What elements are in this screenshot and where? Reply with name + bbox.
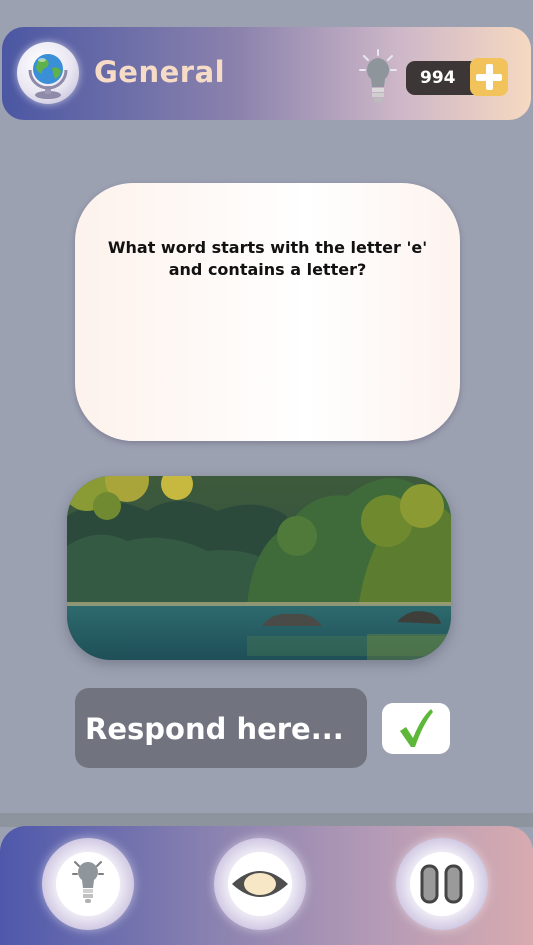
- coin-count: 994: [420, 68, 456, 88]
- category-button[interactable]: [17, 42, 79, 104]
- question-text: What word starts with the letter 'e' and…: [107, 238, 428, 279]
- globe-icon: [28, 54, 68, 99]
- submit-answer-button[interactable]: [382, 703, 450, 754]
- answer-input[interactable]: [83, 688, 363, 770]
- bottom-toolbar: [0, 826, 533, 945]
- pause-icon: [420, 864, 463, 904]
- reveal-button[interactable]: [214, 838, 306, 930]
- pause-button[interactable]: [396, 838, 488, 930]
- question-image: [67, 476, 451, 660]
- hint-button[interactable]: [42, 838, 134, 930]
- bottom-divider: [0, 813, 533, 827]
- eye-icon: [232, 871, 288, 897]
- top-header: General 994: [2, 27, 531, 120]
- category-title: General: [94, 55, 226, 89]
- question-card: What word starts with the letter 'e' and…: [75, 183, 460, 441]
- answer-field[interactable]: [75, 688, 367, 770]
- lake-forest-photo: [67, 476, 451, 660]
- lightbulb-icon: [72, 861, 104, 903]
- checkmark-icon: [400, 709, 433, 747]
- lightbulb-icon: [359, 49, 397, 102]
- add-coins-button[interactable]: [470, 58, 508, 96]
